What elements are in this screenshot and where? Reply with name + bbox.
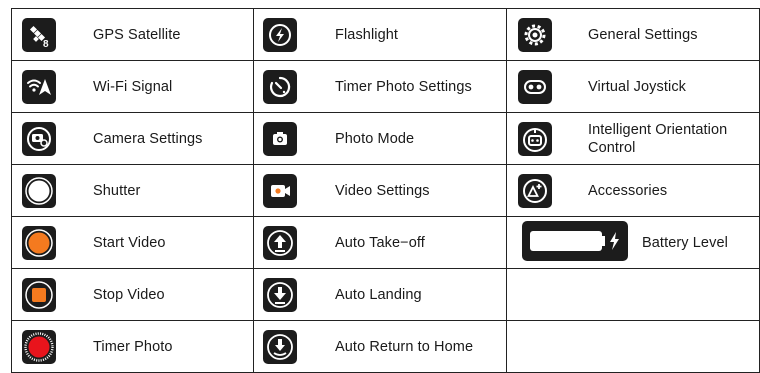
flashlight-icon [263,17,297,52]
legend-label: Flashlight [335,26,399,43]
legend-label: Auto Take−off [335,234,425,251]
shutter-icon [22,173,56,208]
stop-video-icon [22,277,56,312]
legend-label: Photo Mode [335,130,415,147]
arrow-up-icon [263,225,297,260]
table-row: Wi-Fi Signal Timer Photo Settings Virtua… [11,60,760,113]
gear-icon [518,17,552,52]
legend-label: Timer Photo Settings [335,78,472,95]
camera-settings-icon [22,121,56,156]
timer-photo-icon [22,329,56,364]
table-row: Start Video Auto Take−off Battery Level [11,216,760,269]
timer-icon [263,69,297,104]
joystick-icon [518,69,552,104]
legend-label: Battery Level [642,234,728,251]
wifi-signal-icon [22,69,56,104]
start-video-icon [22,225,56,260]
legend-label: Shutter [93,182,141,199]
legend-label: Camera Settings [93,130,203,147]
robot-icon [518,121,552,156]
video-camera-icon [263,173,297,208]
legend-label: Auto Landing [335,286,422,303]
return-home-icon [263,329,297,364]
arrow-down-icon [263,277,297,312]
satellite-icon: 8 [22,17,56,52]
table-row: Camera Settings Photo Mode Intelligent O… [11,112,760,165]
empty-cell [506,320,760,373]
legend-label: Start Video [93,234,166,251]
svg-text:8: 8 [43,39,49,50]
table-row: Timer Photo Auto Return to Home [11,320,760,373]
empty-cell [506,268,760,321]
legend-label: Auto Return to Home [335,338,474,355]
legend-label: Stop Video [93,286,165,303]
table-row: 8 GPS Satellite Flashlight General Setti… [11,8,760,61]
legend-label: Intelligent Orientation Control [588,121,728,156]
legend-label: Accessories [588,182,668,199]
camera-icon [263,121,297,156]
icon-legend-table: 8 GPS Satellite Flashlight General Setti… [11,8,760,373]
accessories-icon [518,173,552,208]
legend-label: Timer Photo [93,338,173,355]
battery-icon [522,220,628,265]
legend-label: Wi-Fi Signal [93,78,173,95]
legend-label: Video Settings [335,182,430,199]
legend-label: Virtual Joystick [588,78,687,95]
legend-label: GPS Satellite [93,26,181,43]
table-row: Stop Video Auto Landing [11,268,760,321]
legend-label: General Settings [588,26,698,43]
table-row: Shutter Video Settings Accessories [11,164,760,217]
